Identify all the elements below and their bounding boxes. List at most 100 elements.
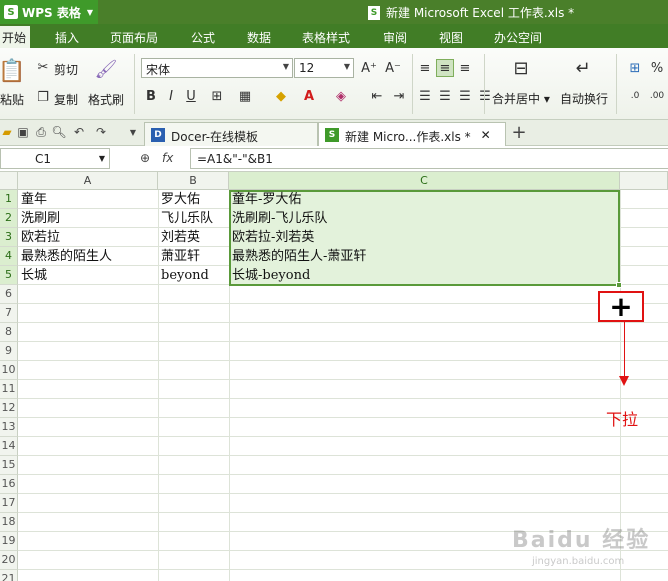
copy-button[interactable]: 复制 xyxy=(54,91,78,108)
row-header[interactable]: 19 xyxy=(0,532,18,551)
cell-c4[interactable]: 最熟悉的陌生人-萧亚轩 xyxy=(230,247,619,266)
wrap-text-icon[interactable]: ↵ xyxy=(570,56,596,80)
formula-input[interactable]: =A1&"-"&B1 xyxy=(190,148,668,169)
row-header[interactable]: 14 xyxy=(0,437,18,456)
decrease-font-icon[interactable]: A⁻ xyxy=(384,59,402,77)
tab-table-style[interactable]: 表格样式 xyxy=(302,29,350,46)
number-format-icon[interactable]: ⊞ xyxy=(626,59,644,77)
increase-font-icon[interactable]: A⁺ xyxy=(360,59,378,77)
print-preview-icon[interactable]: 🔍︎ xyxy=(51,125,66,139)
decrease-decimal-icon[interactable]: .00 xyxy=(648,87,666,105)
row-header[interactable]: 9 xyxy=(0,342,18,361)
row-header[interactable]: 12 xyxy=(0,399,18,418)
redo-icon[interactable]: ↷ xyxy=(94,125,108,139)
tab-docer-templates[interactable]: D Docer-在线模板 xyxy=(144,122,318,146)
name-box[interactable]: C1 ▼ xyxy=(0,148,110,169)
cell-a4[interactable]: 最熟悉的陌生人 xyxy=(19,247,157,266)
row-header[interactable]: 7 xyxy=(0,304,18,323)
row-header[interactable]: 6 xyxy=(0,285,18,304)
row-header[interactable]: 21 xyxy=(0,570,18,581)
align-left-icon[interactable]: ☰ xyxy=(416,87,434,105)
row-header[interactable]: 16 xyxy=(0,475,18,494)
align-middle-icon[interactable]: ≡ xyxy=(436,59,454,77)
undo-icon[interactable]: ↶ xyxy=(72,125,86,139)
tab-view[interactable]: 视图 xyxy=(439,29,463,46)
select-all-corner[interactable] xyxy=(0,172,18,190)
column-header-a[interactable]: A xyxy=(18,172,158,190)
column-header-b[interactable]: B xyxy=(158,172,229,190)
row-header[interactable]: 20 xyxy=(0,551,18,570)
increase-decimal-icon[interactable]: .0 xyxy=(626,87,644,105)
tab-data[interactable]: 数据 xyxy=(247,29,271,46)
save-icon[interactable]: ▣ xyxy=(16,125,30,139)
tab-page-layout[interactable]: 页面布局 xyxy=(110,29,158,46)
row-header[interactable]: 17 xyxy=(0,494,18,513)
row-header[interactable]: 2 xyxy=(0,209,18,228)
clear-format-icon[interactable]: ◈ xyxy=(332,87,350,105)
borders-icon[interactable]: ⊞ xyxy=(208,87,226,105)
increase-indent-icon[interactable]: ⇥ xyxy=(390,87,408,105)
cell-b1[interactable]: 罗大佑 xyxy=(159,190,228,209)
row-header[interactable]: 8 xyxy=(0,323,18,342)
font-name-select[interactable]: 宋体 ▼ xyxy=(141,58,293,78)
align-top-icon[interactable]: ≡ xyxy=(416,59,434,77)
new-tab-plus-icon[interactable]: + xyxy=(511,122,526,143)
format-painter-icon[interactable]: 🖌 xyxy=(94,56,118,82)
row-header[interactable]: 3 xyxy=(0,228,18,247)
row-header[interactable]: 10 xyxy=(0,361,18,380)
align-bottom-icon[interactable]: ≡ xyxy=(456,59,474,77)
wps-app-menu-button[interactable]: S WPS 表格 ▼ xyxy=(0,0,98,24)
tab-home[interactable]: 开始 xyxy=(0,26,31,48)
scissors-icon[interactable]: ✂ xyxy=(36,60,50,75)
merge-center-button[interactable]: 合并居中 ▾ xyxy=(492,90,550,107)
font-size-select[interactable]: 12 ▼ xyxy=(294,58,354,78)
cell-a3[interactable]: 欧若拉 xyxy=(19,228,157,247)
cell-a2[interactable]: 洗刷刷 xyxy=(19,209,157,228)
row-header[interactable]: 4 xyxy=(0,247,18,266)
font-color-icon[interactable]: A xyxy=(300,87,318,105)
print-icon[interactable]: ⎙ xyxy=(34,125,48,139)
cell-b2[interactable]: 飞儿乐队 xyxy=(159,209,228,228)
align-right-icon[interactable]: ☰ xyxy=(456,87,474,105)
cell-c3[interactable]: 欧若拉-刘若英 xyxy=(230,228,619,247)
tab-formulas[interactable]: 公式 xyxy=(191,29,215,46)
row-header[interactable]: 13 xyxy=(0,418,18,437)
italic-icon[interactable]: I xyxy=(162,87,180,105)
row-header[interactable]: 5 xyxy=(0,266,18,285)
fill-color-icon[interactable]: ◆ xyxy=(272,87,290,105)
row-header[interactable]: 18 xyxy=(0,513,18,532)
align-center-icon[interactable]: ☰ xyxy=(436,87,454,105)
cell-b5[interactable]: beyond xyxy=(159,266,228,285)
close-icon[interactable]: ✕ xyxy=(481,128,491,142)
paste-icon[interactable]: 📋 xyxy=(0,56,26,86)
row-header[interactable]: 15 xyxy=(0,456,18,475)
cut-button[interactable]: 剪切 xyxy=(54,61,78,78)
merge-center-icon[interactable]: ⊟ xyxy=(508,56,534,80)
row-header[interactable]: 1 xyxy=(0,190,18,209)
cell-b4[interactable]: 萧亚轩 xyxy=(159,247,228,266)
fx-icon[interactable]: fx xyxy=(162,151,173,165)
folder-icon[interactable]: ▰ xyxy=(0,125,14,139)
tab-insert[interactable]: 插入 xyxy=(55,29,79,46)
tab-review[interactable]: 审阅 xyxy=(383,29,407,46)
bold-icon[interactable]: B xyxy=(142,87,160,105)
underline-icon[interactable]: U xyxy=(182,87,200,105)
merge-borders-icon[interactable]: ▦ xyxy=(236,87,254,105)
format-painter-button[interactable]: 格式刷 xyxy=(88,91,124,108)
cell-b3[interactable]: 刘若英 xyxy=(159,228,228,247)
cell-c2[interactable]: 洗刷刷-飞儿乐队 xyxy=(230,209,619,228)
cell-a5[interactable]: 长城 xyxy=(19,266,157,285)
zoom-formula-icon[interactable]: ⊕ xyxy=(140,151,150,165)
cell-a1[interactable]: 童年 xyxy=(19,190,157,209)
cell-c5[interactable]: 长城-beyond xyxy=(230,266,619,285)
tab-current-workbook[interactable]: S 新建 Micro...作表.xls * ✕ xyxy=(318,122,506,146)
wrap-text-button[interactable]: 自动换行 xyxy=(560,90,608,107)
column-header-c[interactable]: C xyxy=(229,172,620,190)
column-header-d[interactable] xyxy=(620,172,668,190)
paste-label[interactable]: 粘贴 xyxy=(0,91,24,108)
copy-icon[interactable]: ❐ xyxy=(36,90,50,105)
tab-office-space[interactable]: 办公空间 xyxy=(494,29,542,46)
cell-c1[interactable]: 童年-罗大佑 xyxy=(230,190,619,209)
row-header[interactable]: 11 xyxy=(0,380,18,399)
percent-icon[interactable]: % xyxy=(648,59,666,77)
